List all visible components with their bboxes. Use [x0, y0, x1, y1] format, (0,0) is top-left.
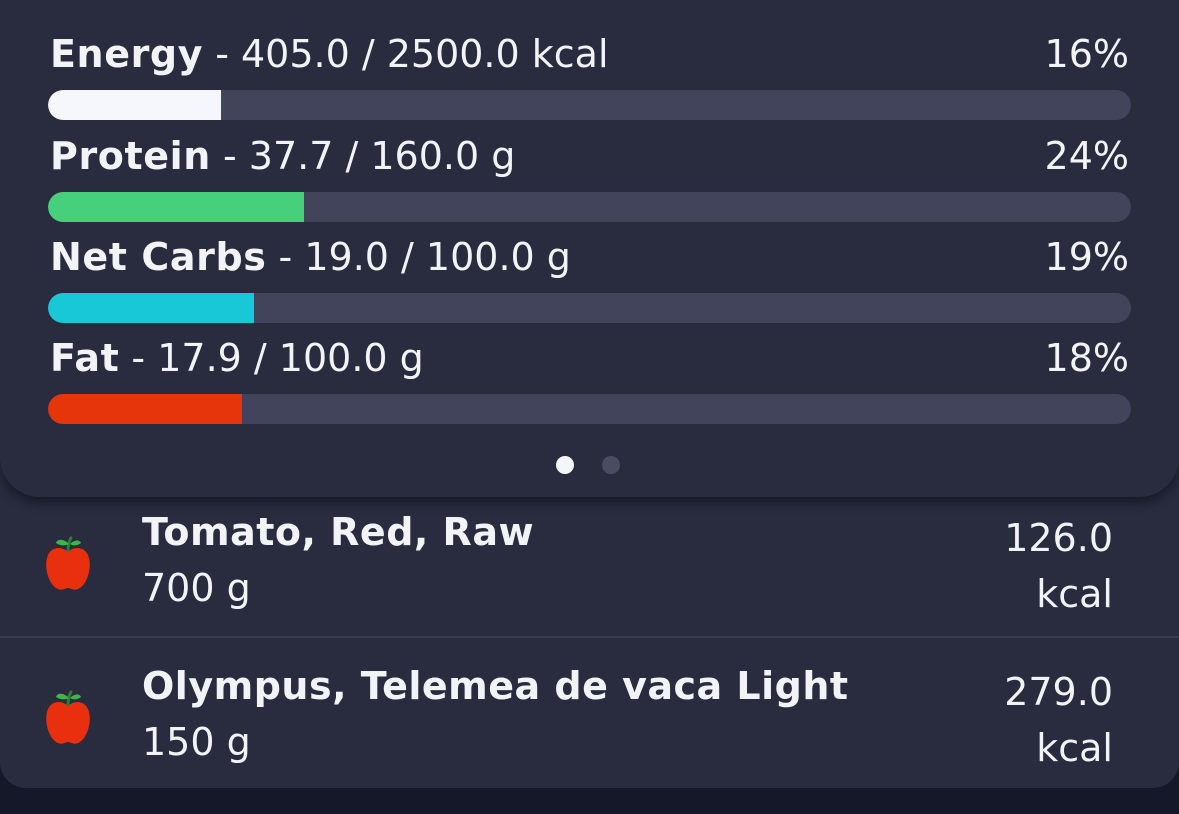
row-divider [0, 636, 1179, 638]
apple-icon [46, 536, 90, 590]
macro-summary-card[interactable]: Energy - 405.0 / 2500.0 kcal 16% Protein… [0, 0, 1179, 497]
macro-percent: 16% [1044, 32, 1129, 76]
progress-track [48, 394, 1131, 424]
progress-track [48, 192, 1131, 222]
diary-screen: Tomato, Red, Raw 700 g 126.0 kcal Olympu… [0, 0, 1179, 814]
food-amount: 700 g [142, 566, 251, 610]
progress-track [48, 90, 1131, 120]
food-name: Olympus, Telemea de vaca Light [142, 664, 849, 708]
macro-detail: - 37.7 / 160.0 g [210, 134, 516, 178]
macro-name: Net Carbs [50, 235, 267, 279]
food-energy-unit: kcal [1036, 726, 1113, 770]
macro-detail: - 405.0 / 2500.0 kcal [203, 32, 609, 76]
macro-protein: Protein - 37.7 / 160.0 g 24% [48, 134, 1131, 226]
macro-name: Energy [50, 32, 204, 76]
food-energy-unit: kcal [1036, 572, 1113, 616]
macro-name: Protein [50, 134, 211, 178]
macro-percent: 24% [1044, 134, 1129, 178]
progress-track [48, 293, 1131, 323]
progress-fill [48, 394, 242, 424]
macro-net-carbs: Net Carbs - 19.0 / 100.0 g 19% [48, 235, 1131, 327]
food-list-item[interactable]: Tomato, Red, Raw 700 g 126.0 kcal [0, 500, 1179, 650]
macro-label: Protein - 37.7 / 160.0 g [50, 134, 515, 178]
macro-energy: Energy - 405.0 / 2500.0 kcal 16% [48, 32, 1131, 124]
page-dot[interactable] [602, 456, 620, 474]
macro-fat: Fat - 17.9 / 100.0 g 18% [48, 336, 1131, 428]
macro-name: Fat [50, 336, 120, 380]
apple-icon [46, 690, 90, 744]
food-energy-value: 126.0 [1004, 516, 1113, 560]
macro-percent: 19% [1044, 235, 1129, 279]
page-indicator [556, 456, 626, 476]
food-list-item[interactable]: Olympus, Telemea de vaca Light 150 g 279… [0, 654, 1179, 804]
food-energy: 126.0 kcal [1004, 510, 1113, 622]
page-dot-active[interactable] [556, 456, 574, 474]
progress-fill [48, 192, 304, 222]
progress-fill [48, 293, 254, 323]
macro-label: Net Carbs - 19.0 / 100.0 g [50, 235, 571, 279]
macro-percent: 18% [1044, 336, 1129, 380]
food-amount: 150 g [142, 720, 251, 764]
macro-label: Energy - 405.0 / 2500.0 kcal [50, 32, 609, 76]
food-energy-value: 279.0 [1004, 670, 1113, 714]
progress-fill [48, 90, 222, 120]
macro-detail: - 17.9 / 100.0 g [119, 336, 424, 380]
food-name: Tomato, Red, Raw [142, 510, 535, 554]
macro-label: Fat - 17.9 / 100.0 g [50, 336, 424, 380]
food-energy: 279.0 kcal [1004, 664, 1113, 776]
macro-detail: - 19.0 / 100.0 g [266, 235, 571, 279]
